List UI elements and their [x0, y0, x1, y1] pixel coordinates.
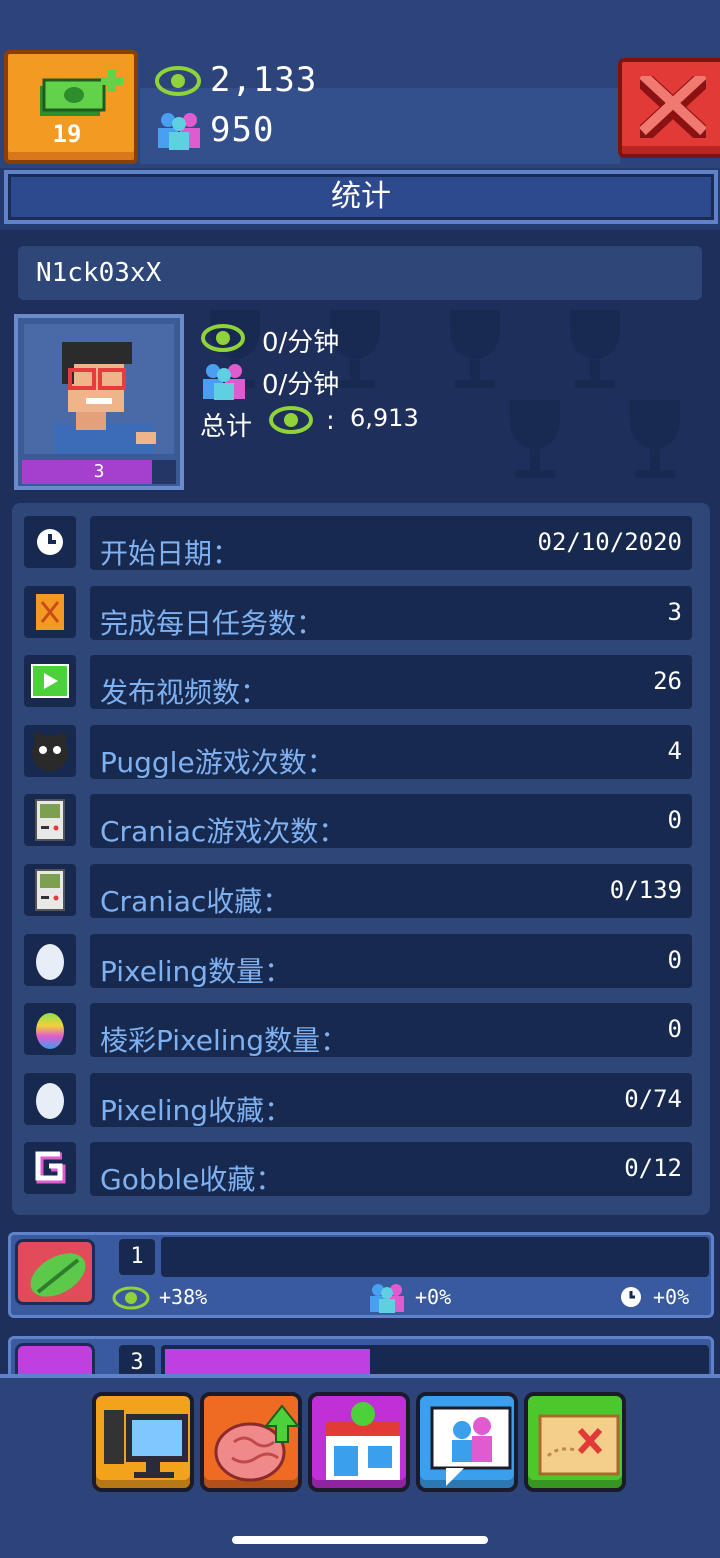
total-views: 6,913 [350, 404, 419, 432]
views-count: 2,133 [210, 60, 318, 100]
studio-computer-icon [104, 1410, 188, 1478]
stat-label: Craniac收藏： [100, 885, 291, 918]
page-title: 统计 [4, 170, 718, 224]
stat-value: 0 [667, 946, 682, 974]
nav-shop-button[interactable] [308, 1392, 410, 1492]
stat-label: Pixeling数量： [100, 955, 293, 988]
clock-icon [621, 1287, 641, 1307]
stat-row-icon [24, 1142, 76, 1194]
boost-progress-track [161, 1237, 709, 1277]
puggle-icon [32, 733, 68, 771]
stat-row: 发布视频数： 26 [90, 655, 692, 709]
eye-icon [155, 66, 201, 96]
avatar-portrait [24, 324, 174, 454]
treasure-map-icon [538, 1414, 620, 1476]
stat-value: 3 [667, 598, 682, 626]
eye-icon [112, 1286, 150, 1310]
stat-row-icon [24, 725, 76, 777]
stat-value: 0 [667, 806, 682, 834]
stat-label: 完成每日任务数： [100, 607, 325, 640]
stat-row-icon [24, 655, 76, 707]
stat-row: Pixeling收藏： 0/74 [90, 1073, 692, 1127]
stat-value: 0/12 [624, 1154, 682, 1182]
total-label: 总计 [200, 412, 253, 442]
stat-value: 26 [653, 667, 682, 695]
subscribers-icon [158, 113, 200, 150]
leaf-icon [30, 1253, 86, 1297]
stat-value: 0/139 [609, 876, 682, 904]
stat-row: Craniac游戏次数： 0 [90, 794, 692, 848]
level-number: 3 [93, 461, 105, 482]
rainbow-egg-icon [36, 1013, 64, 1049]
cash-stack-icon [40, 70, 123, 116]
boost-views-pct: +38% [159, 1285, 208, 1309]
stat-label: Gobble收藏： [100, 1163, 284, 1196]
subscribers-rate: 0/分钟 [262, 370, 340, 400]
stat-row-icon [24, 586, 76, 638]
stat-row-icon [24, 934, 76, 986]
boost-subs-pct: +0% [415, 1285, 452, 1309]
character-portrait-icon [54, 342, 156, 454]
stat-row-icon [24, 864, 76, 916]
stat-row-icon [24, 516, 76, 568]
eye-icon [201, 324, 245, 352]
stat-row: Pixeling数量： 0 [90, 934, 692, 988]
stat-label: Craniac游戏次数： [100, 815, 347, 848]
nav-brain-button[interactable] [200, 1392, 302, 1492]
stat-value: 4 [667, 737, 682, 765]
subscribers-icon [370, 1284, 404, 1313]
nav-map-button[interactable] [524, 1392, 626, 1492]
egg-icon [36, 1083, 64, 1119]
close-button[interactable] [618, 58, 720, 158]
video-icon [31, 664, 69, 698]
stat-row: 完成每日任务数： 3 [90, 586, 692, 640]
stat-row: Gobble收藏： 0/12 [90, 1142, 692, 1196]
stat-row-icon [24, 1003, 76, 1055]
boost-row: 1 +38% +0% +0% [8, 1232, 714, 1318]
social-chat-icon [430, 1406, 512, 1486]
clock-icon [37, 529, 63, 555]
total-separator: : [326, 406, 335, 436]
brain-upgrade-icon [214, 1404, 301, 1482]
map-icon [36, 594, 64, 630]
gobble-icon [35, 1151, 66, 1184]
stat-label: 棱彩Pixeling数量： [100, 1024, 349, 1057]
stat-label: 发布视频数： [100, 676, 269, 709]
egg-icon [36, 944, 64, 980]
stat-label: Pixeling收藏： [100, 1094, 293, 1127]
stat-row: 棱彩Pixeling数量： 0 [90, 1003, 692, 1057]
home-indicator [232, 1536, 488, 1544]
stat-value: 02/10/2020 [537, 528, 683, 556]
username-bar: N1ck03xX [18, 246, 702, 300]
stat-row: Craniac收藏： 0/139 [90, 864, 692, 918]
cash-count: 19 [52, 120, 82, 148]
stat-value: 0 [667, 1015, 682, 1043]
stat-row: 开始日期： 02/10/2020 [90, 516, 692, 570]
subscribers-count: 950 [210, 110, 275, 150]
level-bar: 3 [22, 460, 176, 484]
stat-label: Puggle游戏次数： [100, 746, 335, 779]
stat-row-icon [24, 794, 76, 846]
gameboy-icon [35, 799, 65, 841]
subscribers-icon [203, 364, 245, 400]
boost-time-pct: +0% [653, 1285, 690, 1309]
stat-value: 0/74 [624, 1085, 682, 1113]
boost-level: 1 [119, 1239, 155, 1275]
shop-icon [326, 1402, 400, 1480]
stat-row: Puggle游戏次数： 4 [90, 725, 692, 779]
gameboy-icon [35, 869, 65, 911]
nav-social-button[interactable] [416, 1392, 518, 1492]
close-icon [640, 76, 706, 138]
stat-row-icon [24, 1073, 76, 1125]
views-rate: 0/分钟 [262, 328, 340, 358]
stat-label: 开始日期： [100, 537, 241, 570]
nav-studio-button[interactable] [92, 1392, 194, 1492]
eye-icon [269, 406, 313, 434]
avatar[interactable]: 3 [14, 314, 184, 490]
leaf-boost-button[interactable] [15, 1239, 95, 1305]
